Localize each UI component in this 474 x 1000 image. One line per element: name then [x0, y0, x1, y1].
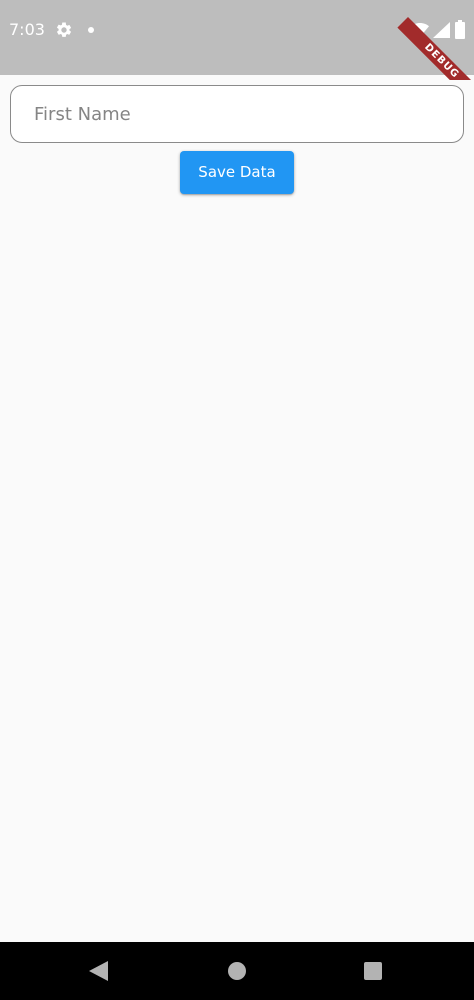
gear-icon — [56, 22, 72, 37]
navigation-bar — [0, 942, 474, 1000]
back-icon[interactable] — [89, 961, 108, 981]
status-time: 7:03 — [9, 20, 45, 39]
save-data-button[interactable]: Save Data — [180, 151, 294, 194]
recents-icon[interactable] — [364, 962, 382, 980]
first-name-field[interactable] — [10, 85, 464, 143]
home-icon[interactable] — [227, 961, 247, 981]
first-name-input[interactable] — [11, 86, 463, 142]
dot-icon — [88, 27, 94, 33]
debug-banner: DEBUG — [394, 0, 474, 80]
debug-label: DEBUG — [397, 17, 474, 80]
